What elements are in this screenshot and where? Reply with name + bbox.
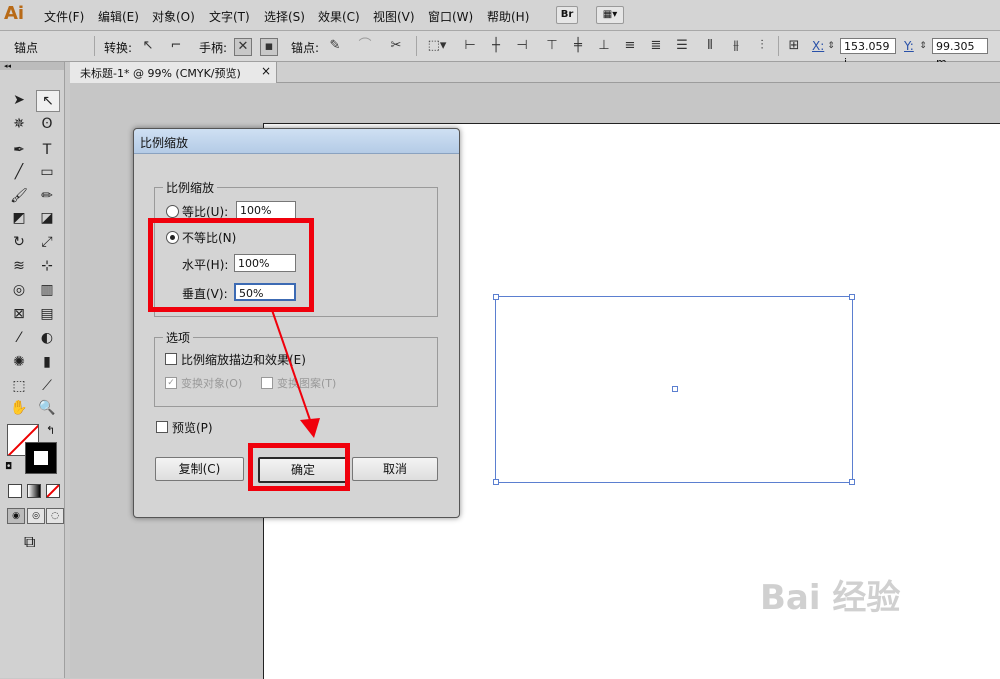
- annotation-arrow: [271, 309, 320, 438]
